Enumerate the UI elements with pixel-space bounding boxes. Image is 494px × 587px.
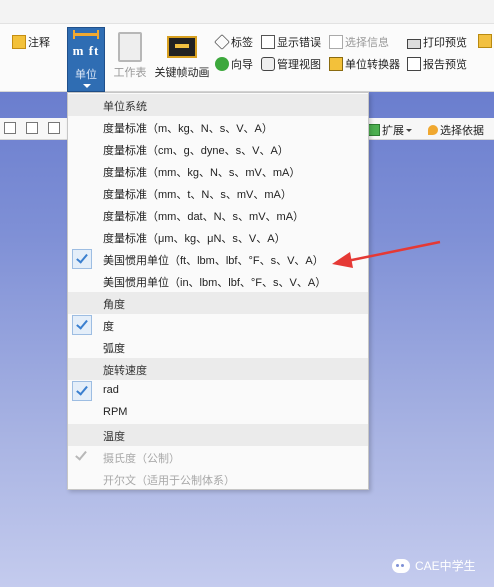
annotation-arrow <box>332 240 441 268</box>
arrow-head <box>332 252 353 268</box>
arrow-shaft <box>346 240 441 263</box>
wechat-icon <box>392 558 410 573</box>
watermark-text: CAE中学生 <box>415 559 476 573</box>
watermark: CAE中学生 <box>392 557 476 574</box>
